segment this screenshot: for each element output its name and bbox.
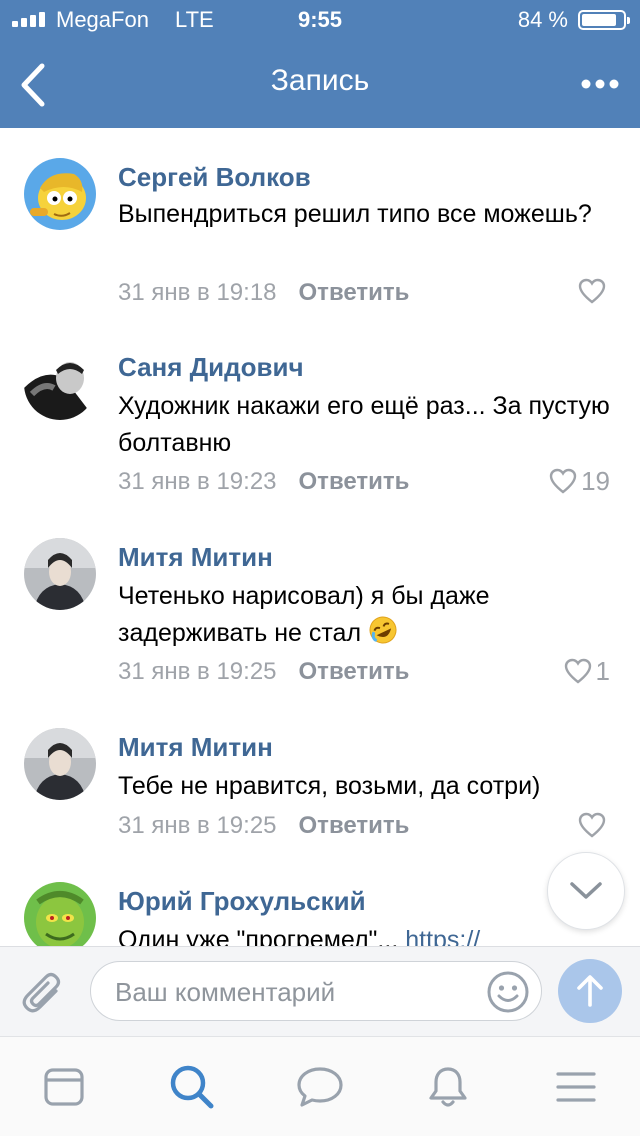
comment-meta: 31 янв в 19:25 Ответить [118, 812, 409, 840]
notifications-bell-icon [429, 1067, 467, 1107]
like-count: 19 [581, 465, 610, 496]
avatar[interactable] [24, 158, 96, 230]
send-button[interactable] [558, 959, 622, 1023]
heart-icon [564, 658, 591, 684]
avatar[interactable] [24, 538, 96, 610]
heart-icon [578, 278, 606, 304]
like-button[interactable]: 1 [564, 656, 610, 686]
tab-news[interactable] [40, 1063, 88, 1111]
comment-text: Художник накажи его ещё раз... За пустую… [118, 392, 610, 457]
comment-link[interactable]: https:// [405, 926, 480, 946]
tab-menu[interactable] [552, 1063, 600, 1111]
comment-author[interactable]: Саня Дидович [118, 352, 304, 383]
tab-notifications[interactable] [424, 1063, 472, 1111]
heart-icon [549, 468, 577, 494]
comment-author[interactable]: Митя Митин [118, 732, 273, 763]
tab-messages[interactable] [296, 1063, 344, 1111]
like-count: 1 [595, 655, 610, 686]
like-button[interactable]: 19 [549, 466, 610, 496]
heart-icon [578, 812, 606, 838]
status-bar: MegaFon LTE 9:55 84 % [0, 0, 640, 40]
comment-date: 31 янв в 19:23 [118, 468, 277, 495]
battery-icon [578, 10, 630, 30]
comment-text-content: Один уже "прогремел"... [118, 926, 399, 946]
reply-button[interactable]: Ответить [299, 468, 410, 495]
rofl-emoji-icon [369, 616, 397, 644]
more-button[interactable] [578, 72, 622, 96]
reply-button[interactable]: Ответить [299, 658, 410, 685]
comment-meta: 31 янв в 19:25 Ответить [118, 658, 409, 686]
comment-text: Выпендриться решил типо все можешь? [118, 200, 592, 228]
like-button[interactable] [578, 810, 610, 840]
reply-button[interactable]: Ответить [299, 812, 410, 839]
comment-author[interactable]: Сергей Волков [118, 162, 311, 193]
comment-author[interactable]: Митя Митин [118, 542, 273, 573]
tab-search[interactable] [168, 1063, 216, 1111]
page-title: Запись [270, 64, 370, 97]
comment-text: Тебе не нравится, возьми, да сотри) [118, 772, 541, 800]
chevron-down-icon [570, 882, 602, 899]
reply-button[interactable]: Ответить [299, 279, 410, 306]
avatar[interactable] [24, 728, 96, 800]
comment-date: 31 янв в 19:25 [118, 812, 277, 839]
comment-input-box[interactable] [90, 961, 542, 1021]
comment-text-content: Четенько нарисовал) я бы даже задерживат… [118, 582, 490, 647]
comment-input[interactable] [113, 972, 477, 1012]
scroll-down-button[interactable] [547, 852, 625, 930]
avatar[interactable] [24, 348, 96, 420]
menu-icon [556, 1072, 596, 1102]
comment-date: 31 янв в 19:25 [118, 658, 277, 685]
comments-list[interactable]: Сергей Волков Выпендриться решил типо вс… [0, 128, 640, 946]
paperclip-icon [22, 972, 61, 1013]
comment-text: Один уже "прогремел"... https:// [118, 922, 613, 946]
send-arrow-icon [577, 975, 603, 1007]
more-dots-icon [581, 79, 619, 89]
comment-composer [0, 946, 640, 1036]
comment-meta: 31 янв в 19:18 Ответить [118, 279, 409, 307]
messages-icon [297, 1067, 343, 1107]
comment-meta: 31 янв в 19:23 Ответить [118, 468, 409, 496]
smile-icon [487, 971, 529, 1013]
attach-button[interactable] [20, 969, 68, 1017]
comment-author[interactable]: Юрий Грохульский [118, 886, 366, 917]
comment-text: Четенько нарисовал) я бы даже задерживат… [118, 578, 613, 652]
avatar[interactable] [24, 882, 96, 946]
like-button[interactable] [578, 276, 610, 306]
comment-date: 31 янв в 19:18 [118, 279, 277, 306]
tab-bar [0, 1036, 640, 1136]
header: MegaFon LTE 9:55 84 % Запись [0, 0, 640, 128]
emoji-button[interactable] [485, 969, 531, 1015]
search-icon [170, 1065, 214, 1109]
battery-percent: 84 % [517, 7, 568, 32]
news-feed-icon [44, 1068, 84, 1106]
